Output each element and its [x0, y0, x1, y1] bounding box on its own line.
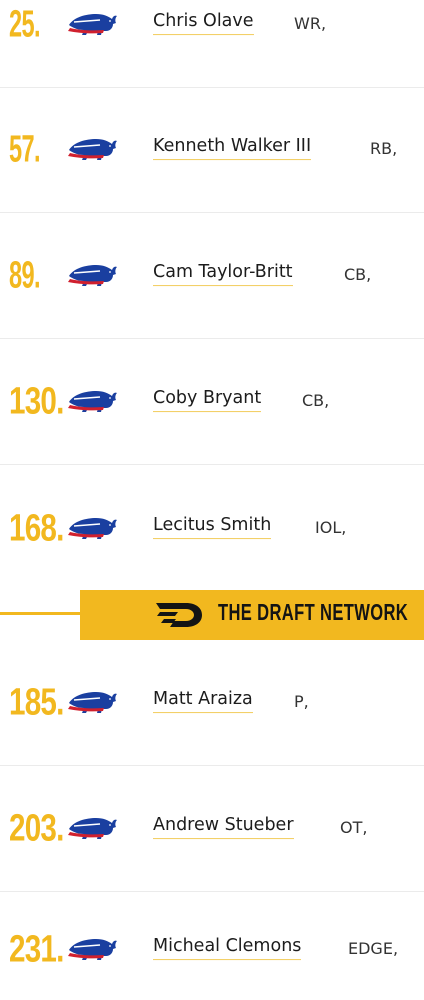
player-name-link[interactable]: Coby Bryant [153, 388, 262, 413]
player-name-link[interactable]: Andrew Stueber [153, 815, 294, 839]
draft-pick-row: 57. Kenneth Walker III RB, [0, 88, 424, 213]
banner-title: THE DRAFT NETWORK [218, 599, 409, 625]
player-position: WR, [294, 13, 327, 33]
player-name-link[interactable]: Chris Olave [153, 11, 254, 36]
draft-pick-row: 231. Micheal Clemons EDGE, [0, 892, 424, 1000]
pick-number: 168. [9, 507, 64, 549]
pick-number: 130. [9, 380, 64, 423]
player-name-link[interactable]: Micheal Clemons [153, 936, 302, 961]
draft-pick-row: 185. Matt Araiza P, [0, 640, 424, 766]
pick-number: 57. [9, 128, 41, 171]
draft-pick-row: 89. Cam Taylor-Britt CB, [0, 214, 424, 339]
player-name-link[interactable]: Lecitus Smith [153, 515, 272, 539]
pick-number: 231. [9, 928, 64, 971]
draft-network-logo-icon [156, 603, 202, 627]
bills-logo-icon [66, 7, 118, 43]
player-position: RB, [370, 138, 398, 158]
bills-logo-icon [66, 811, 118, 847]
draft-pick-row: 25. Chris Olave WR, [0, 0, 424, 88]
player-position: EDGE, [348, 938, 399, 958]
player-name-link[interactable]: Matt Araiza [153, 689, 253, 713]
bills-logo-icon [66, 685, 118, 721]
player-position: OT, [340, 817, 368, 837]
player-position: P, [294, 691, 309, 711]
bills-logo-icon [66, 132, 118, 168]
pick-number: 89. [9, 254, 41, 297]
player-position: CB, [344, 264, 372, 284]
bills-logo-icon [66, 258, 118, 294]
player-name-link[interactable]: Cam Taylor-Britt [153, 262, 293, 287]
player-name-link[interactable]: Kenneth Walker III [153, 136, 312, 161]
bills-logo-icon [66, 511, 118, 547]
player-position: CB, [302, 390, 330, 410]
draft-pick-row: 168. Lecitus Smith IOL, [0, 466, 424, 591]
pick-number: 185. [9, 681, 64, 723]
player-position: IOL, [315, 517, 347, 537]
banner-divider [0, 612, 80, 615]
bills-logo-icon [66, 384, 118, 420]
draft-network-banner[interactable]: THE DRAFT NETWORK [80, 590, 424, 640]
draft-pick-row: 203. Andrew Stueber OT, [0, 766, 424, 892]
bills-logo-icon [66, 932, 118, 968]
pick-number: 25. [9, 3, 41, 46]
draft-pick-row: 130. Coby Bryant CB, [0, 340, 424, 465]
pick-number: 203. [9, 807, 64, 849]
